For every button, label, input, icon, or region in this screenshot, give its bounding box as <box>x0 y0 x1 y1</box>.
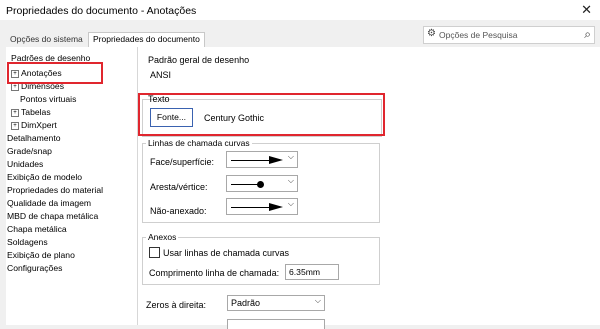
partial-select[interactable] <box>227 319 325 329</box>
search-box[interactable]: ⚙ Opções de Pesquisa ⌕ <box>423 26 595 44</box>
chevron-down-icon: ⌵ <box>287 199 294 208</box>
unattached-label: Não-anexado: <box>150 206 207 216</box>
tree-item-exibicao-modelo[interactable]: Exibição de modelo <box>7 171 82 183</box>
bent-leaders-checkbox[interactable] <box>149 247 160 258</box>
attach-group-label: Anexos <box>146 232 179 242</box>
tree-item-unidades[interactable]: Unidades <box>7 158 43 170</box>
tree-item-qualidade-imagem[interactable]: Qualidade da imagem <box>7 197 91 209</box>
tree-item-dimxpert[interactable]: + DimXpert <box>11 119 57 131</box>
chevron-down-icon: ⌵ <box>314 296 321 305</box>
face-label: Face/superfície: <box>150 157 215 167</box>
leader-length-input[interactable]: 6.35mm <box>285 264 339 280</box>
tree-item-detalhamento[interactable]: Detalhamento <box>7 132 61 144</box>
face-arrow-select[interactable]: ⌵ <box>226 151 298 168</box>
dot-icon <box>257 181 264 188</box>
chevron-down-icon: ⌵ <box>287 176 294 185</box>
options-panel: Padrão geral de desenho ANSI Texto Fonte… <box>138 47 600 329</box>
chevron-down-icon: ⌵ <box>287 152 294 161</box>
expand-icon[interactable]: + <box>11 121 19 130</box>
tree-item-configuracoes[interactable]: Configurações <box>7 262 62 274</box>
zeros-select[interactable]: Padrão ⌵ <box>227 295 325 311</box>
leader-group-label: Linhas de chamada curvas <box>146 138 252 148</box>
close-icon[interactable]: ✕ <box>581 2 592 18</box>
tree-item-grade-snap[interactable]: Grade/snap <box>7 145 52 157</box>
highlight-box-texto <box>138 93 385 136</box>
window-title: Propriedades do documento - Anotações <box>6 5 197 17</box>
edge-label: Aresta/vértice: <box>150 182 208 192</box>
filled-arrow-icon <box>269 203 283 211</box>
search-input[interactable]: Opções de Pesquisa <box>439 30 517 40</box>
expand-icon[interactable]: + <box>11 108 19 117</box>
tab-system-options[interactable]: Opções do sistema <box>6 33 87 46</box>
title-bar: Propriedades do documento - Anotações ✕ <box>0 0 600 20</box>
tree-item-tabelas[interactable]: + Tabelas <box>11 106 51 118</box>
tree-item-exibicao-plano[interactable]: Exibição de plano <box>7 249 75 261</box>
tree-item-propriedades-material[interactable]: Propriedades do material <box>7 184 103 196</box>
standard-value: ANSI <box>150 70 172 80</box>
options-tree: Padrões de desenho + Anotações + Dimensões… <box>6 47 138 325</box>
tree-item-pontos-virtuais[interactable]: Pontos virtuais <box>20 93 76 105</box>
filled-arrow-icon <box>269 156 283 164</box>
edge-arrow-select[interactable]: ⌵ <box>226 175 298 192</box>
tree-item-mbd-chapa[interactable]: MBD de chapa metálica <box>7 210 98 222</box>
unattached-arrow-select[interactable]: ⌵ <box>226 198 298 215</box>
bent-leaders-label: Usar linhas de chamada curvas <box>163 248 290 258</box>
zeros-label: Zeros à direita: <box>146 300 207 310</box>
leader-length-label: Comprimento linha de chamada: <box>149 268 280 278</box>
highlight-box-anotacoes <box>7 62 103 84</box>
standard-label: Padrão geral de desenho <box>148 55 250 65</box>
tree-item-chapa-metalica[interactable]: Chapa metálica <box>7 223 67 235</box>
tree-item-soldagens[interactable]: Soldagens <box>7 236 48 248</box>
gear-icon[interactable]: ⚙ <box>427 28 436 39</box>
search-icon[interactable]: ⌕ <box>584 27 591 42</box>
tab-document-properties[interactable]: Propriedades do documento <box>88 32 205 47</box>
